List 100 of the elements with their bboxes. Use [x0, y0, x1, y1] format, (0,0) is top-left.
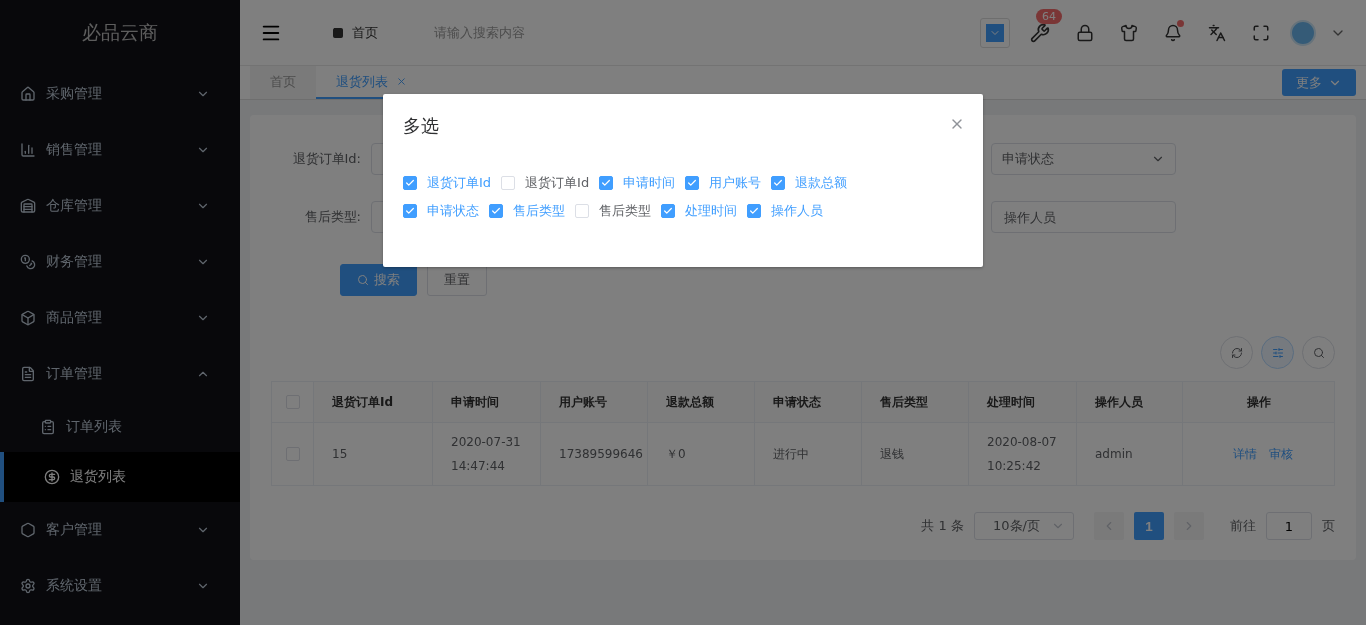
checkbox[interactable]	[661, 204, 675, 218]
column-header: 处理时间	[969, 382, 1077, 423]
checkbox[interactable]	[489, 204, 503, 218]
menu-item[interactable]: 订单管理	[0, 346, 240, 402]
menu-item[interactable]: 销售管理	[0, 122, 240, 178]
translate-icon[interactable]	[1208, 23, 1226, 42]
select-field[interactable]: 申请状态	[991, 143, 1176, 175]
refresh-icon	[1230, 346, 1243, 359]
clipboard-icon	[40, 419, 56, 435]
check-icon	[773, 178, 784, 188]
checkbox-option[interactable]: 售后类型	[575, 202, 651, 220]
checkbox-option[interactable]: 申请时间	[599, 174, 676, 192]
coins-icon	[20, 254, 36, 270]
house-icon	[20, 86, 36, 102]
column-header: 退货订单Id	[314, 382, 433, 423]
submenu-item[interactable]: 退货列表	[0, 452, 240, 502]
table-cell: 2020-07-31 14:47:44	[433, 423, 541, 486]
menu-label: 采购管理	[46, 85, 103, 103]
table-cell: 15	[314, 423, 433, 486]
submenu-item[interactable]: 订单列表	[0, 402, 240, 452]
goto-label: 前往	[1230, 517, 1256, 535]
input-field[interactable]: 操作人员	[991, 201, 1176, 233]
menu-label: 销售管理	[46, 141, 103, 159]
checkbox-option[interactable]: 退货订单Id	[403, 174, 492, 192]
menu-label: 系统设置	[46, 577, 103, 595]
checkbox-option[interactable]: 退款总额	[771, 174, 848, 192]
checkbox-option[interactable]: 操作人员	[747, 202, 823, 220]
table-cell: admin	[1077, 423, 1183, 486]
table-cell: 进行中	[755, 423, 862, 486]
form-label: 售后类型:	[303, 208, 361, 226]
shirt-icon[interactable]	[1120, 23, 1138, 42]
bell-icon[interactable]	[1164, 23, 1182, 42]
check-icon	[687, 178, 698, 188]
menu-label: 仓库管理	[46, 197, 103, 215]
action-link[interactable]: 详情	[1232, 442, 1257, 466]
checkbox[interactable]	[403, 204, 417, 218]
more-button[interactable]: 更多	[1282, 69, 1356, 96]
check-icon	[405, 178, 415, 188]
menu-label: 退货列表	[70, 468, 127, 486]
action-link[interactable]: 审核	[1268, 442, 1293, 466]
total-count: 共 1 条	[921, 517, 964, 535]
column-header: 退款总额	[648, 382, 755, 423]
fullscreen-icon[interactable]	[1252, 23, 1270, 42]
search-icon	[1312, 346, 1325, 359]
checkbox[interactable]	[685, 176, 700, 190]
column-header: 售后类型	[862, 382, 969, 423]
form-label: 退货订单Id:	[291, 150, 361, 168]
table-cell: 2020-08-07 10:25:42	[969, 423, 1077, 486]
checkbox-option[interactable]: 申请状态	[403, 202, 479, 220]
menu-item[interactable]: 商品管理	[0, 290, 240, 346]
check-icon	[601, 178, 612, 188]
table-cell: 17389599646	[541, 423, 648, 486]
filter-button[interactable]	[1261, 336, 1294, 369]
page-size-value: 10条/页	[993, 517, 1040, 535]
search-icon	[357, 274, 369, 286]
column-header: 申请状态	[755, 382, 862, 423]
menu-item[interactable]: 采购管理	[0, 66, 240, 122]
bar-chart-icon	[20, 142, 36, 158]
check-icon	[749, 206, 759, 216]
dialog-title: 多选	[403, 115, 439, 136]
select-placeholder: 申请状态	[1002, 150, 1054, 168]
checkbox-option[interactable]: 处理时间	[661, 202, 737, 220]
checkbox[interactable]	[403, 176, 417, 190]
checkbox[interactable]	[771, 176, 786, 190]
refresh-button[interactable]	[1220, 336, 1253, 369]
menu-label: 客户管理	[46, 521, 103, 539]
dropdown-control[interactable]	[980, 17, 1010, 48]
menu-label: 商品管理	[46, 309, 103, 327]
coin-icon	[44, 469, 60, 485]
check-icon	[405, 206, 415, 216]
column-header: 用户账号	[541, 382, 648, 423]
checkbox-option[interactable]: 退货订单Id	[501, 174, 590, 192]
checkbox-option[interactable]: 用户账号	[685, 174, 762, 192]
page-button[interactable]: 1	[1134, 512, 1164, 540]
search-button[interactable]	[1302, 336, 1335, 369]
warehouse-icon	[20, 198, 36, 214]
avatar[interactable]	[1290, 19, 1316, 46]
page-size-select[interactable]: 10条/页	[974, 512, 1074, 540]
checkbox[interactable]	[747, 204, 761, 218]
checkbox-option[interactable]: 售后类型	[489, 202, 565, 220]
column-header: 操作	[1183, 382, 1335, 423]
menu-item[interactable]: 系统设置	[0, 558, 240, 614]
menu-item[interactable]: 仓库管理	[0, 178, 240, 234]
document-icon	[20, 366, 36, 382]
app-logo: 必品云商	[81, 20, 159, 45]
page-suffix: 页	[1322, 517, 1335, 535]
checkbox[interactable]	[599, 176, 614, 190]
wrench-icon[interactable]	[1030, 22, 1050, 43]
column-header: 申请时间	[433, 382, 541, 423]
lock-icon[interactable]	[1076, 23, 1094, 42]
table-cell: 退钱	[862, 423, 969, 486]
search-button[interactable]: 搜索	[340, 264, 417, 296]
count-badge: 64	[1036, 8, 1062, 24]
menu-item[interactable]: 客户管理	[0, 502, 240, 558]
table-cell: ￥0	[648, 423, 755, 486]
menu-item[interactable]: 财务管理	[0, 234, 240, 290]
close-icon[interactable]	[396, 76, 407, 87]
breadcrumb[interactable]: 首页	[352, 23, 378, 42]
check-icon	[663, 206, 673, 216]
page-input[interactable]: 1	[1266, 512, 1312, 540]
